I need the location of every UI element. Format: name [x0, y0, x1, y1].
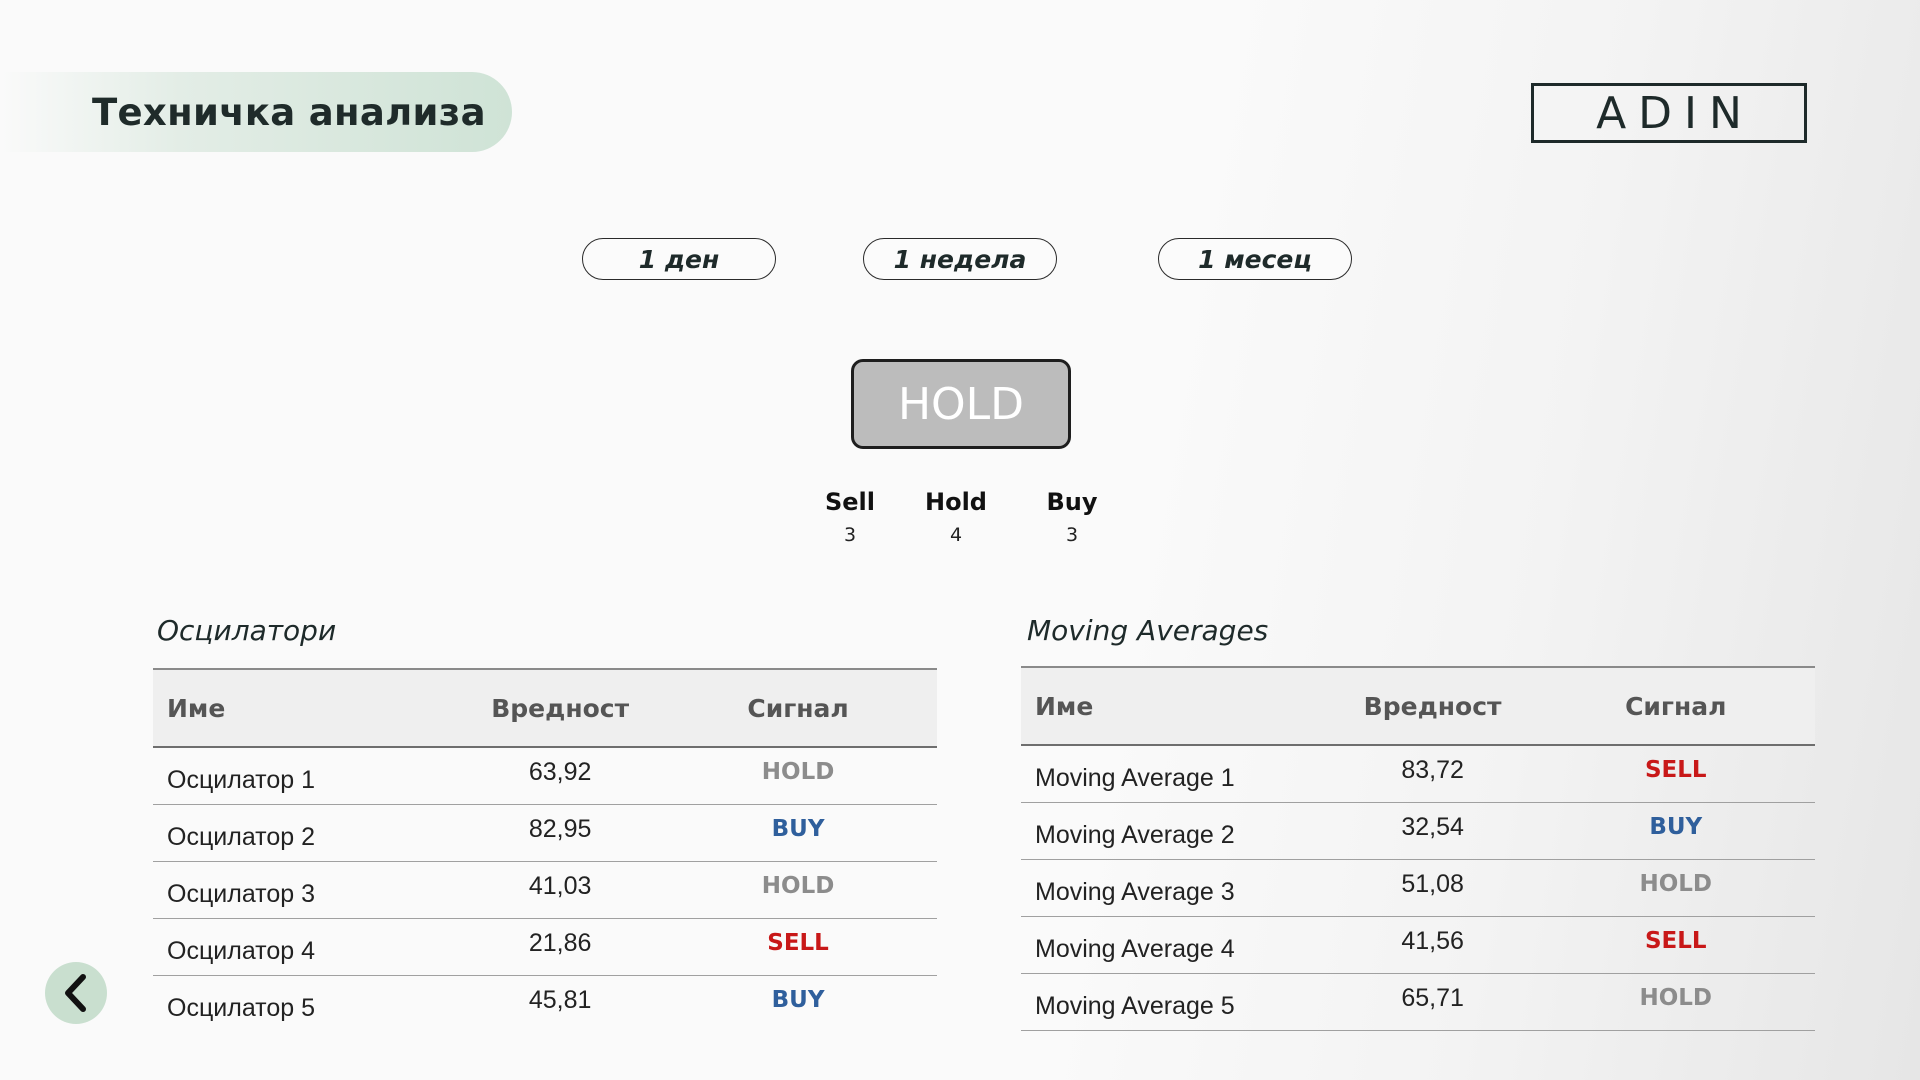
row-value: 65,71: [1401, 983, 1464, 1012]
count-buy-label: Buy: [1046, 488, 1098, 516]
row-name: Moving Average 2: [1035, 820, 1235, 849]
count-sell-value: 3: [843, 524, 857, 546]
tab-1-day[interactable]: 1 ден: [582, 238, 776, 280]
page-title: Техничка анализа: [92, 90, 486, 134]
row-signal: HOLD: [1639, 985, 1713, 1011]
table-row: Осцилатор 2 82,95 BUY: [153, 805, 937, 862]
count-hold: Hold 4: [906, 488, 1006, 546]
column-header-signal: Сигнал: [747, 693, 849, 723]
row-signal: HOLD: [761, 759, 835, 785]
brand-logo: ADIN: [1531, 83, 1807, 143]
row-value: 41,03: [528, 871, 592, 900]
row-name: Moving Average 3: [1035, 877, 1235, 906]
column-header-name: Име: [167, 693, 226, 723]
table-row: Moving Average 5 65,71 HOLD: [1021, 974, 1815, 1031]
row-value: 21,86: [528, 928, 592, 957]
row-signal: BUY: [771, 816, 825, 842]
row-signal: SELL: [1644, 757, 1707, 783]
table-row: Moving Average 2 32,54 BUY: [1021, 803, 1815, 860]
page-title-pill: Техничка анализа: [0, 72, 512, 152]
row-signal: SELL: [1644, 928, 1707, 954]
row-name: Moving Average 1: [1035, 763, 1235, 792]
row-value: 82,95: [528, 814, 592, 843]
row-signal: BUY: [1649, 814, 1703, 840]
tab-1-month[interactable]: 1 месец: [1158, 238, 1352, 280]
back-button[interactable]: [45, 962, 107, 1024]
row-name: Осцилатор 5: [167, 993, 315, 1022]
table-row: Осцилатор 4 21,86 SELL: [153, 919, 937, 976]
table-row: Осцилатор 5 45,81 BUY: [153, 976, 937, 1033]
row-name: Осцилатор 1: [167, 765, 315, 794]
oscillators-table: Име Вредност Сигнал Осцилатор 1 63,92 HO…: [153, 668, 937, 1032]
row-value: 45,81: [528, 985, 592, 1014]
column-header-value: Вредност: [1363, 691, 1502, 721]
table-row: Moving Average 3 51,08 HOLD: [1021, 860, 1815, 917]
moving-averages-title: Moving Averages: [1027, 614, 1269, 647]
row-signal: SELL: [767, 930, 829, 956]
row-signal: HOLD: [761, 873, 835, 899]
row-name: Осцилатор 4: [167, 936, 315, 965]
row-name: Moving Average 4: [1035, 934, 1235, 963]
count-buy: Buy 3: [1022, 488, 1122, 546]
table-row: Moving Average 1 83,72 SELL: [1021, 745, 1815, 803]
count-sell-label: Sell: [824, 488, 875, 516]
table-row: Moving Average 4 41,56 SELL: [1021, 917, 1815, 974]
table-row: Осцилатор 1 63,92 HOLD: [153, 747, 937, 805]
table-header-row: Име Вредност Сигнал: [153, 669, 937, 747]
column-header-name: Име: [1035, 691, 1094, 721]
row-name: Moving Average 5: [1035, 991, 1235, 1020]
column-header-signal: Сигнал: [1625, 691, 1727, 721]
row-signal: HOLD: [1639, 871, 1713, 897]
row-name: Осцилатор 2: [167, 822, 315, 851]
table-row: Осцилатор 3 41,03 HOLD: [153, 862, 937, 919]
table-header-row: Име Вредност Сигнал: [1021, 667, 1815, 745]
count-hold-value: 4: [949, 524, 963, 546]
summary-signal-badge: HOLD: [851, 359, 1071, 449]
row-name: Осцилатор 3: [167, 879, 315, 908]
tab-1-week[interactable]: 1 недела: [863, 238, 1057, 280]
count-sell: Sell 3: [800, 488, 900, 546]
row-value: 32,54: [1401, 812, 1464, 841]
row-value: 83,72: [1401, 755, 1464, 784]
count-buy-value: 3: [1065, 524, 1079, 546]
row-value: 63,92: [528, 757, 592, 786]
moving-averages-table: Име Вредност Сигнал Moving Average 1 83,…: [1021, 666, 1815, 1031]
oscillators-title: Осцилатори: [157, 614, 337, 647]
row-value: 41,56: [1401, 926, 1464, 955]
row-value: 51,08: [1401, 869, 1464, 898]
column-header-value: Вредност: [491, 693, 630, 723]
chevron-left-icon: [65, 974, 86, 1012]
row-signal: BUY: [771, 987, 825, 1013]
count-hold-label: Hold: [925, 488, 987, 516]
